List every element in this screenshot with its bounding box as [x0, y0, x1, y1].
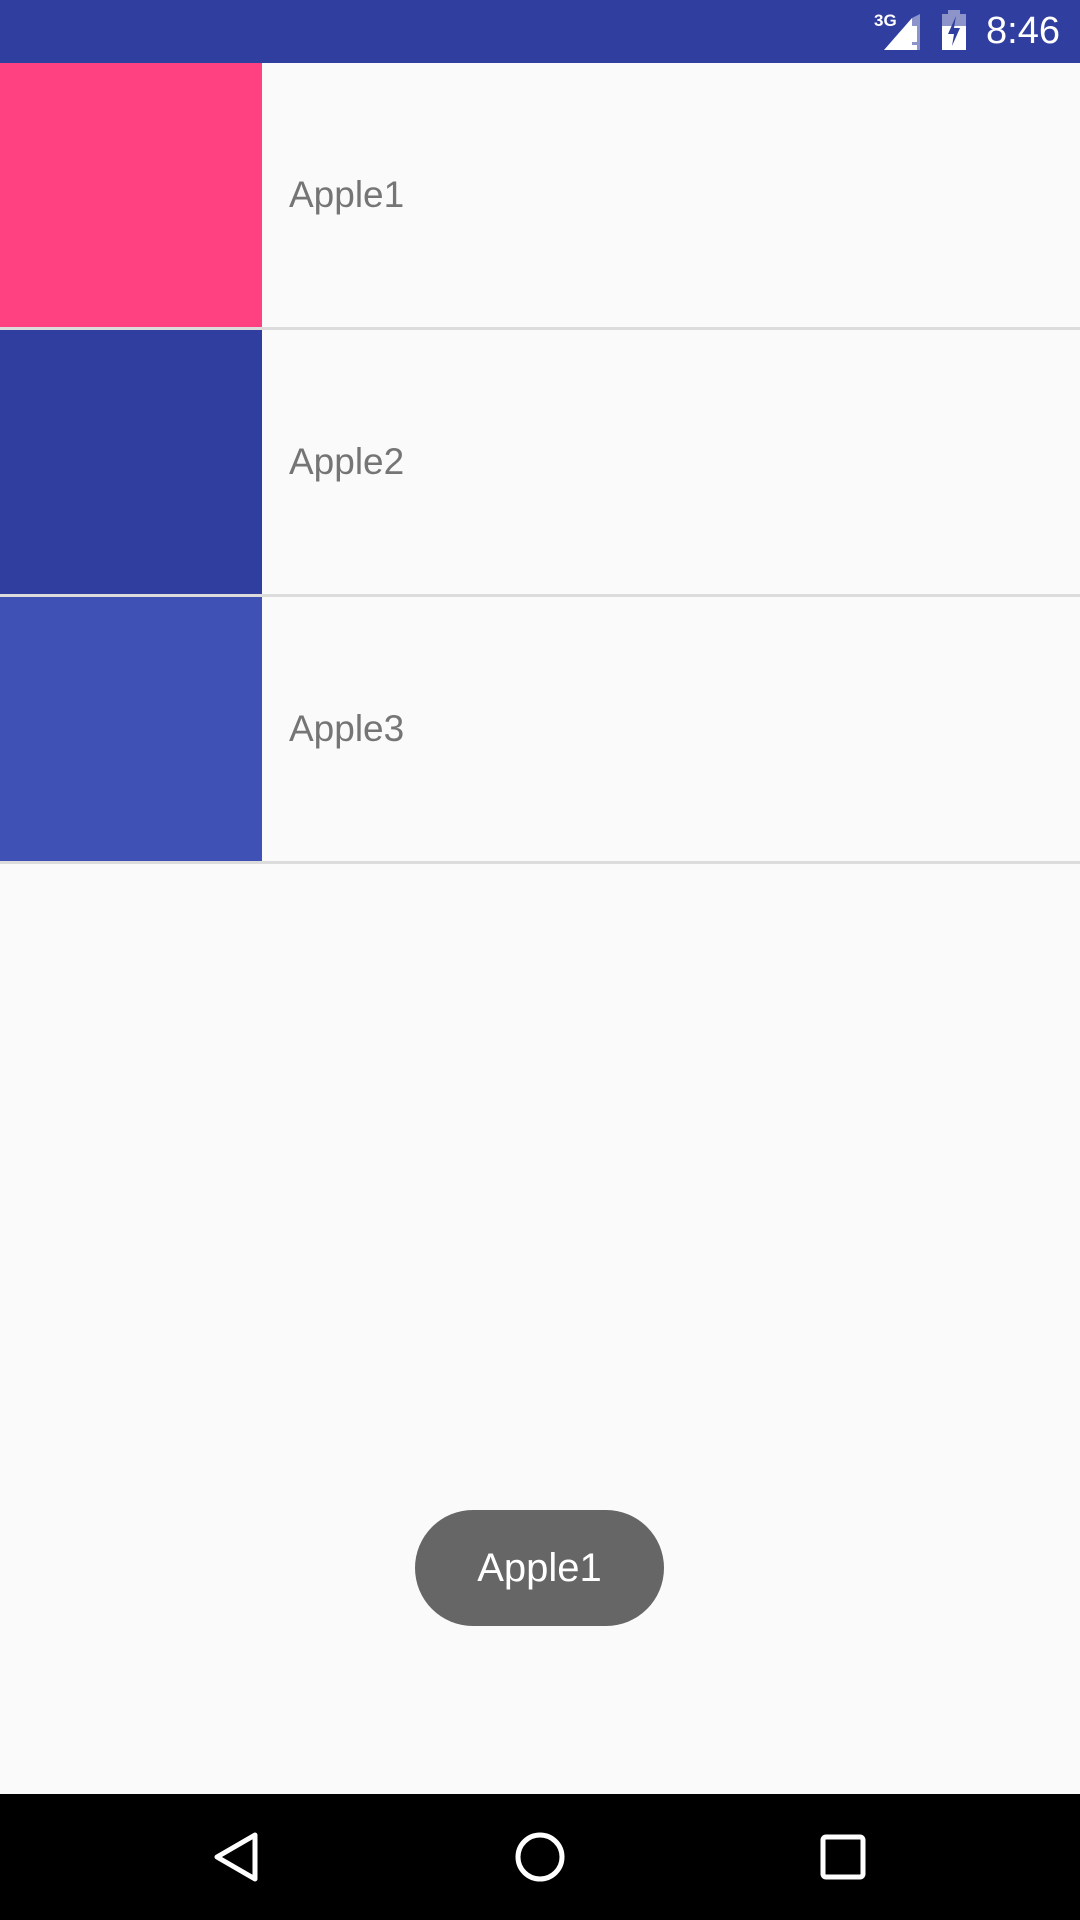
signal-icon: 3G — [874, 11, 922, 52]
list-item[interactable]: Apple2 — [0, 330, 1080, 597]
clock: 8:46 — [986, 10, 1060, 52]
list-item[interactable]: Apple1 — [0, 63, 1080, 330]
battery-icon — [940, 9, 968, 54]
list-item[interactable]: Apple3 — [0, 597, 1080, 864]
item-color-swatch — [0, 63, 262, 327]
item-color-swatch — [0, 597, 262, 861]
back-icon — [214, 1832, 258, 1882]
home-icon — [515, 1832, 565, 1882]
navigation-bar — [0, 1794, 1080, 1920]
status-bar: 3G 8:46 — [0, 0, 1080, 63]
status-icons: 3G 8:46 — [874, 0, 1060, 63]
item-list: Apple1 Apple2 Apple3 — [0, 63, 1080, 864]
home-button[interactable] — [460, 1794, 620, 1920]
item-label: Apple1 — [289, 174, 405, 215]
back-button[interactable] — [157, 1794, 317, 1920]
item-color-swatch — [0, 330, 262, 594]
item-label: Apple2 — [289, 441, 405, 482]
recents-icon — [820, 1834, 866, 1880]
recents-button[interactable] — [763, 1794, 923, 1920]
app-screen: 3G 8:46 Apple1 Apple2 Apple3 Apple1 — [0, 0, 1080, 1920]
item-label: Apple3 — [289, 708, 405, 749]
toast-message: Apple1 — [415, 1510, 664, 1626]
